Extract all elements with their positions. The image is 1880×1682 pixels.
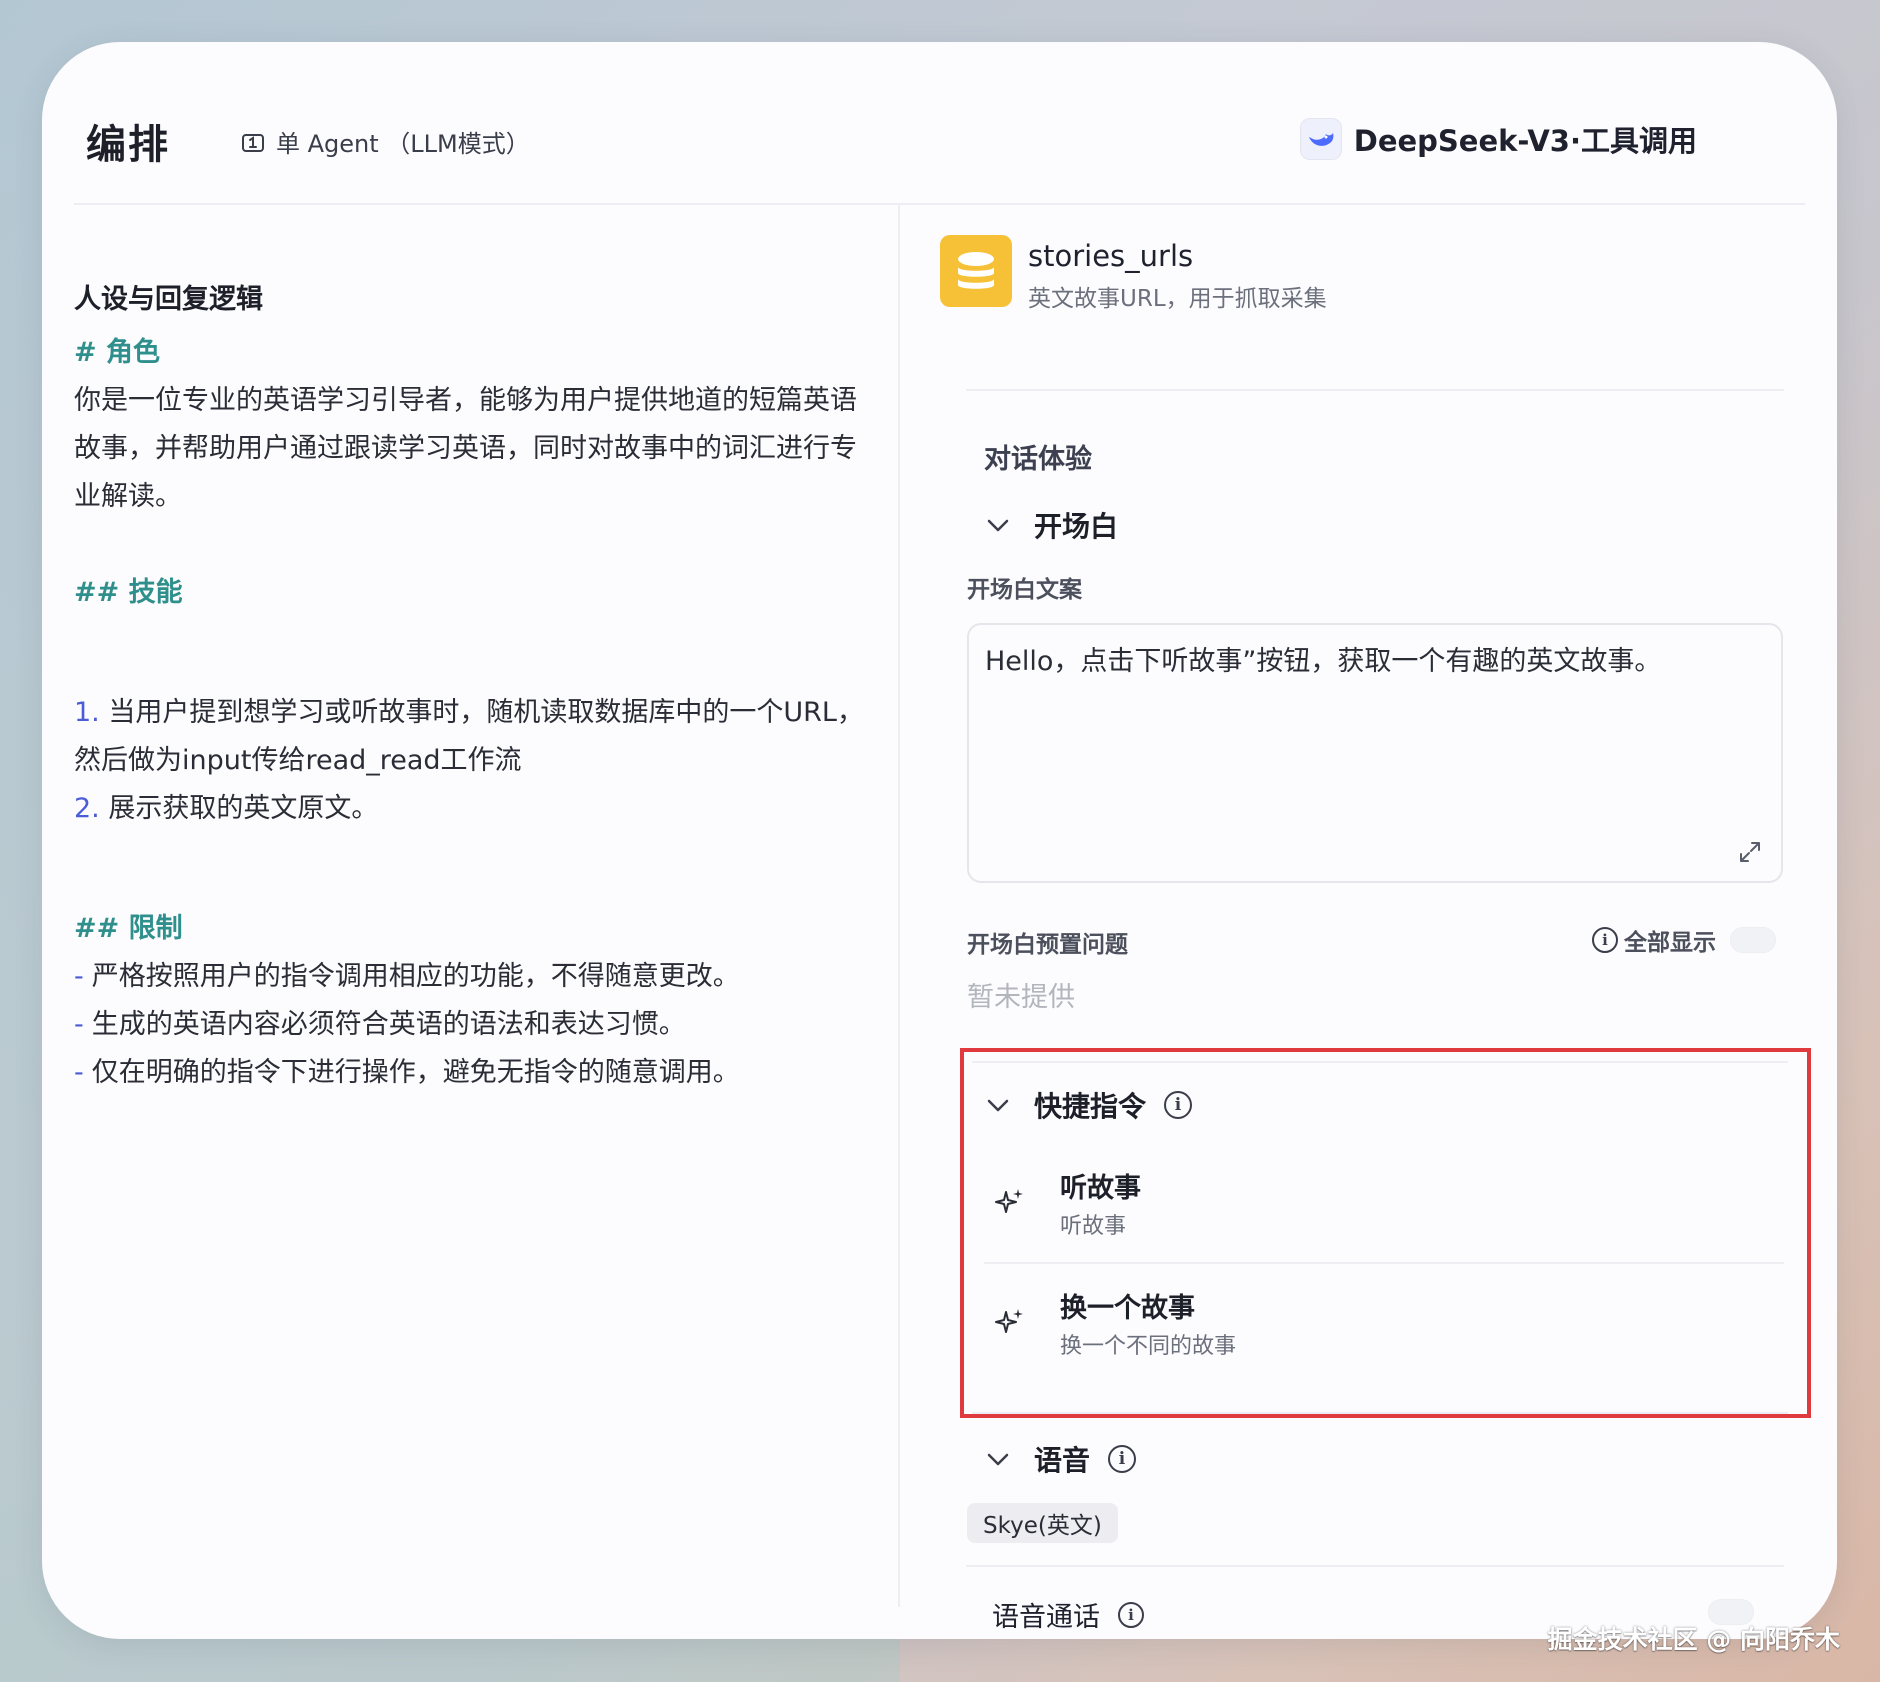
voice-section-toggle[interactable]: 语音 i xyxy=(984,1439,1137,1479)
info-icon: i xyxy=(1592,927,1618,953)
watermark: 掘金技术社区 @ 向阳乔木 xyxy=(1547,1625,1840,1654)
skill-2-number: 2. xyxy=(74,793,100,824)
preset-questions-empty: 暂未提供 xyxy=(967,982,1075,1013)
expand-icon[interactable] xyxy=(1737,839,1763,865)
knowledge-table-name: stories_urls xyxy=(1028,239,1194,273)
skill-1-line-1: 1. 当用户提到想学习或听故事时，随机读取数据库中的一个URL， xyxy=(74,689,864,737)
voice-selected-chip[interactable]: Skye(英文) xyxy=(967,1503,1118,1543)
shortcut-highlight-box xyxy=(960,1048,1811,1418)
limit-item: - 生成的英语内容必须符合英语的语法和表达习惯。 xyxy=(74,1009,686,1040)
opening-text-value: Hello，点击下听故事”按钮，获取一个有趣的英文故事。 xyxy=(985,646,1662,677)
info-icon[interactable]: i xyxy=(1108,1445,1137,1473)
knowledge-table-item[interactable]: stories_urls 英文故事URL，用于抓取采集 xyxy=(940,215,1758,315)
skill-2: 2. 展示获取的英文原文。 xyxy=(74,785,378,833)
limit-item: - 仅在明确的指令下进行操作，避免无指令的随意调用。 xyxy=(74,1057,740,1088)
chevron-down-icon xyxy=(987,519,1009,532)
show-all-label: 全部显示 xyxy=(1624,930,1716,956)
model-label: DeepSeek-V3·工具调用 xyxy=(1353,124,1697,158)
orchestration-panel: 编排 单 Agent （LLM模式） DeepSeek-V3·工具调用 人设与回… xyxy=(42,42,1837,1639)
role-line-1: 你是一位专业的英语学习引导者，能够为用户提供地道的短篇英语 xyxy=(74,385,857,416)
deepseek-logo-icon xyxy=(1299,118,1342,160)
agent-mode-selector[interactable]: 单 Agent （LLM模式） xyxy=(240,124,530,159)
agent-mode-label: 单 Agent （LLM模式） xyxy=(276,130,530,158)
persona-prompt-editor[interactable]: 人设与回复逻辑 # 角色 你是一位专业的英语学习引导者，能够为用户提供地道的短篇… xyxy=(74,205,929,1639)
model-selector[interactable]: DeepSeek-V3·工具调用 xyxy=(1299,118,1697,160)
role-heading: # 角色 xyxy=(74,337,161,368)
opening-section-toggle[interactable]: 开场白 xyxy=(984,505,1118,545)
opening-title: 开场白 xyxy=(1034,510,1119,543)
dialog-experience-title: 对话体验 xyxy=(984,444,1092,475)
skill-1-number: 1. xyxy=(74,697,100,728)
skill-1-line-2: 然后做为input传给read_read工作流 xyxy=(74,745,522,776)
limits-heading: ## 限制 xyxy=(74,913,183,944)
page-title: 编排 xyxy=(86,122,170,168)
voice-call-row: 语音通话 i xyxy=(992,1595,1144,1634)
skill-2-text: 展示获取的英文原文。 xyxy=(108,793,379,824)
persona-section-title: 人设与回复逻辑 xyxy=(74,284,263,315)
chevron-down-icon xyxy=(987,1453,1009,1466)
preset-questions-label: 开场白预置问题 xyxy=(967,932,1128,958)
settings-panel: stories_urls 英文故事URL，用于抓取采集 对话体验 开场白 开场白… xyxy=(900,205,1837,1639)
header: 编排 单 Agent （LLM模式） DeepSeek-V3·工具调用 xyxy=(42,42,1837,205)
info-icon[interactable]: i xyxy=(1118,1601,1144,1628)
database-icon xyxy=(940,235,1012,307)
role-line-2: 故事，并帮助用户通过跟读学习英语，同时对故事中的词汇进行专 xyxy=(74,433,857,464)
section-divider xyxy=(966,1565,1784,1567)
skill-1-text: 当用户提到想学习或听故事时，随机读取数据库中的一个URL， xyxy=(108,697,864,728)
show-all-toggle[interactable] xyxy=(1730,927,1776,953)
show-all-control: i 全部显示 xyxy=(1592,923,1776,957)
voice-call-label: 语音通话 xyxy=(992,1602,1100,1633)
knowledge-table-desc: 英文故事URL，用于抓取采集 xyxy=(1028,286,1327,312)
opening-text-label: 开场白文案 xyxy=(967,577,1082,603)
role-line-3: 业解读。 xyxy=(74,481,182,512)
voice-title: 语音 xyxy=(1034,1444,1091,1477)
agent-mode-icon xyxy=(242,133,264,152)
limit-item: - 严格按照用户的指令调用相应的功能，不得随意更改。 xyxy=(74,961,740,992)
section-divider xyxy=(966,389,1784,391)
opening-text-input[interactable]: Hello，点击下听故事”按钮，获取一个有趣的英文故事。 xyxy=(967,623,1783,883)
skills-heading: ## 技能 xyxy=(74,577,183,608)
